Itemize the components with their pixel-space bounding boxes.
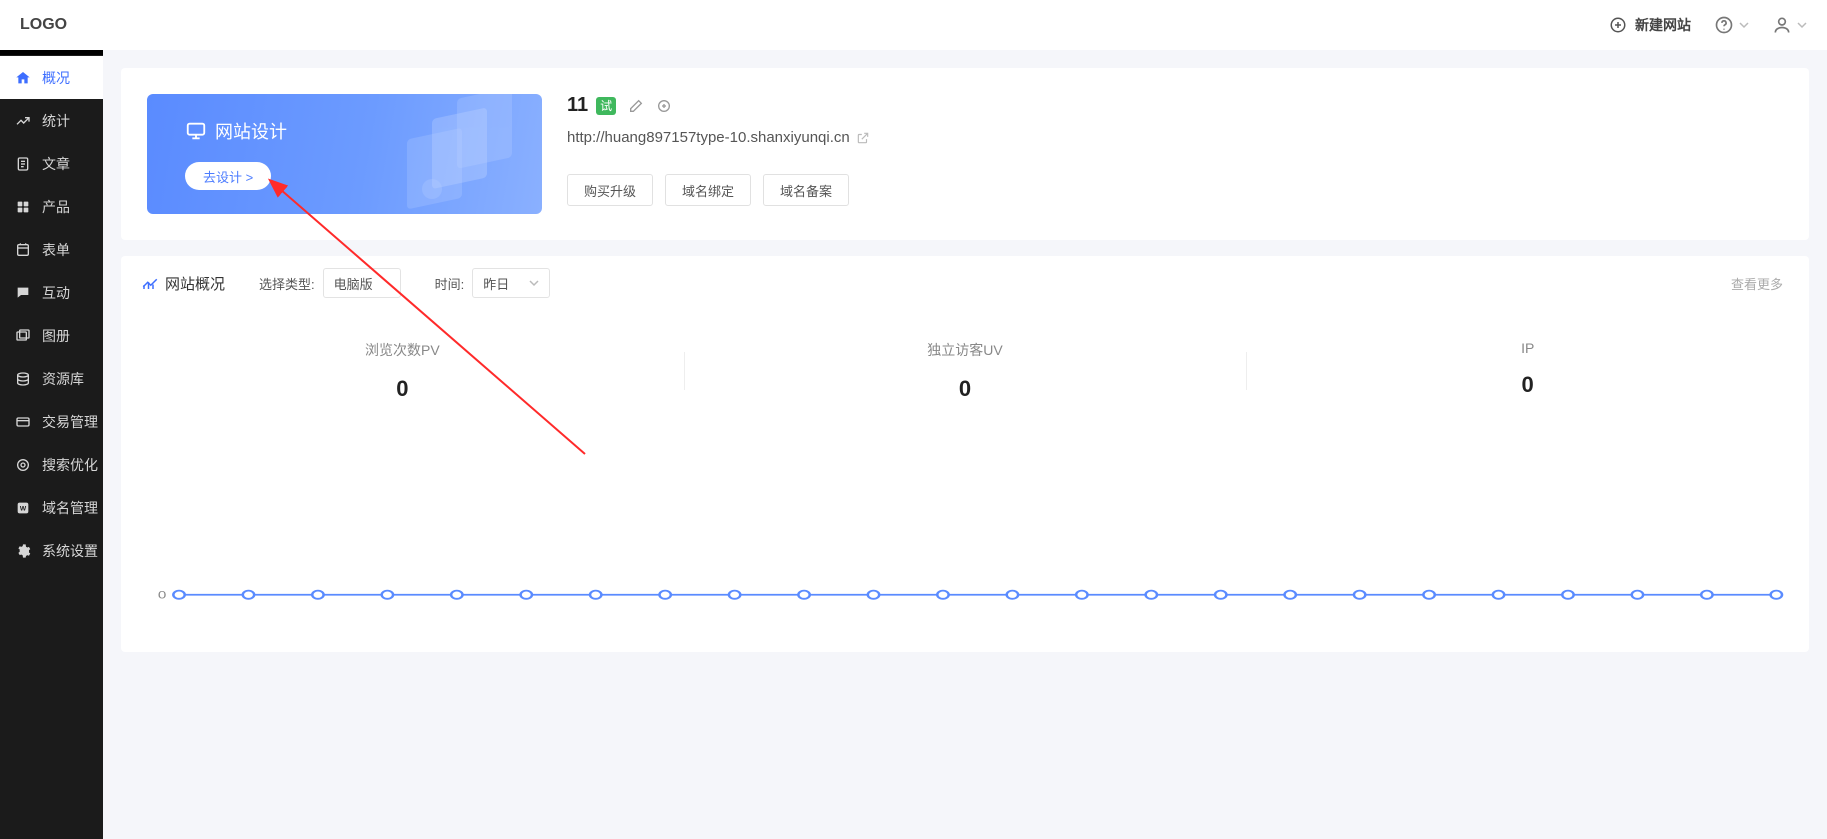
overview-title: 网站概况 [141, 273, 225, 294]
sidebar-item-label: 互动 [42, 283, 70, 303]
home-icon [14, 70, 32, 86]
sidebar-item-label: 文章 [42, 154, 70, 174]
sidebar-item-overview[interactable]: 概况 [0, 56, 103, 99]
caret-down-icon [1797, 20, 1807, 30]
sidebar-item-label: 概况 [42, 68, 70, 88]
time-select[interactable]: 昨日 [472, 268, 550, 298]
credit-card-icon [14, 414, 32, 430]
chevron-down-icon [529, 278, 539, 288]
stat-ip: IP 0 [1246, 340, 1809, 402]
time-label: 时间: [435, 274, 465, 293]
sidebar-item-settings[interactable]: 系统设置 [0, 529, 103, 572]
stat-label: 独立访客UV [927, 340, 1002, 360]
sidebar-item-form[interactable]: 表单 [0, 228, 103, 271]
images-icon [14, 328, 32, 344]
icp-button[interactable]: 域名备案 [763, 174, 849, 206]
sidebar-item-interact[interactable]: 互动 [0, 271, 103, 314]
design-decoration-icon [362, 94, 542, 214]
sidebar-item-domain[interactable]: W 域名管理 [0, 486, 103, 529]
sidebar-item-label: 产品 [42, 197, 70, 217]
go-design-label: 去设计 > [203, 167, 253, 186]
sidebar-item-trade[interactable]: 交易管理 [0, 400, 103, 443]
target-icon [14, 457, 32, 473]
design-title-text: 网站设计 [215, 118, 287, 144]
stat-label: IP [1521, 340, 1534, 356]
help-circle-icon [1713, 14, 1735, 36]
topbar: LOGO 新建网站 [0, 0, 1827, 50]
external-link-icon[interactable] [856, 131, 870, 145]
site-number: 11 [567, 94, 588, 117]
sidebar-item-seo[interactable]: 搜索优化 [0, 443, 103, 486]
bind-domain-button[interactable]: 域名绑定 [665, 174, 751, 206]
stat-value: 0 [396, 376, 408, 402]
bind-label: 域名绑定 [682, 181, 734, 200]
monitor-icon [185, 120, 207, 142]
new-site-label: 新建网站 [1635, 15, 1691, 35]
caret-down-icon [1739, 20, 1749, 30]
sidebar-item-label: 搜索优化 [42, 455, 98, 475]
chart: 0 [121, 422, 1809, 652]
design-title: 网站设计 [185, 118, 287, 144]
sidebar-item-stats[interactable]: 统计 [0, 99, 103, 142]
sidebar-item-label: 系统设置 [42, 541, 98, 561]
type-value: 电脑版 [334, 274, 373, 293]
grid-icon [14, 199, 32, 215]
plus-circle-small-icon[interactable] [656, 98, 672, 114]
sidebar-item-gallery[interactable]: 图册 [0, 314, 103, 357]
new-site-button[interactable]: 新建网站 [1607, 14, 1691, 36]
stat-uv: 独立访客UV 0 [684, 340, 1247, 402]
stat-pv: 浏览次数PV 0 [121, 340, 684, 402]
form-icon [14, 242, 32, 258]
svg-text:W: W [20, 505, 27, 512]
svg-text:0: 0 [158, 588, 166, 600]
design-promo: 网站设计 去设计 > [147, 94, 542, 214]
stat-value: 0 [959, 376, 971, 402]
type-select[interactable]: 电脑版 [323, 268, 401, 298]
help-button[interactable] [1713, 14, 1749, 36]
active-strip [0, 50, 103, 55]
message-icon [14, 285, 32, 301]
sidebar-item-article[interactable]: 文章 [0, 142, 103, 185]
stat-value: 0 [1522, 372, 1534, 398]
database-icon [14, 371, 32, 387]
sidebar-item-label: 表单 [42, 240, 70, 260]
sidebar-item-label: 资源库 [42, 369, 84, 389]
icp-label: 域名备案 [780, 181, 832, 200]
upgrade-button[interactable]: 购买升级 [567, 174, 653, 206]
plus-circle-icon [1607, 14, 1629, 36]
sidebar-item-product[interactable]: 产品 [0, 185, 103, 228]
sidebar: 概况 统计 文章 产品 表单 互动 图册 资源库 交易管理 搜索优化 W 域名管… [0, 50, 103, 839]
gear-icon [14, 543, 32, 559]
sidebar-item-label: 域名管理 [42, 498, 98, 518]
chart-line-icon [14, 113, 32, 129]
stat-label: 浏览次数PV [365, 340, 440, 360]
trial-badge: 试 [596, 97, 616, 115]
user-button[interactable] [1771, 14, 1807, 36]
overview-title-text: 网站概况 [165, 273, 225, 294]
sidebar-item-label: 交易管理 [42, 412, 98, 432]
sidebar-item-label: 统计 [42, 111, 70, 131]
sidebar-item-label: 图册 [42, 326, 70, 346]
site-overview-card: 网站概况 选择类型: 电脑版 时间: 昨日 查看更多 浏览次数PV 0 [121, 256, 1809, 652]
sidebar-item-assets[interactable]: 资源库 [0, 357, 103, 400]
go-design-button[interactable]: 去设计 > [185, 162, 271, 190]
file-text-icon [14, 156, 32, 172]
edit-icon[interactable] [628, 98, 644, 114]
type-label: 选择类型: [259, 274, 315, 293]
chart-bar-icon [141, 274, 159, 292]
time-value: 昨日 [483, 274, 509, 293]
upgrade-label: 购买升级 [584, 181, 636, 200]
site-url: http://huang897157type-10.shanxiyunqi.cn [567, 129, 850, 146]
site-summary-card: 网站设计 去设计 > 11 试 [121, 68, 1809, 240]
view-more-link[interactable]: 查看更多 [1731, 274, 1783, 293]
logo: LOGO [20, 16, 67, 34]
user-icon [1771, 14, 1793, 36]
globe-icon: W [14, 500, 32, 516]
